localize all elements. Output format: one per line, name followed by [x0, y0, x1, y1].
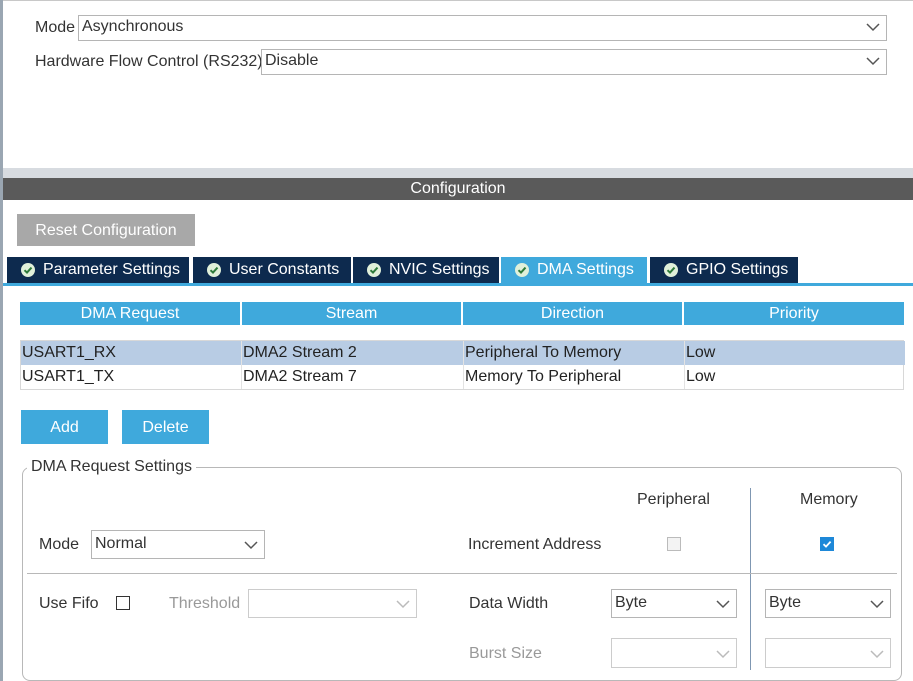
- dma-mode-select[interactable]: Normal: [91, 530, 265, 559]
- add-button[interactable]: Add: [21, 410, 108, 444]
- chevron-down-icon: [870, 650, 884, 659]
- dma-mode-value: Normal: [95, 535, 147, 552]
- cell-stream: DMA2 Stream 2: [243, 344, 357, 361]
- chevron-down-icon: [716, 650, 730, 659]
- chevron-down-icon: [866, 57, 880, 66]
- check-circle-icon: [21, 263, 35, 277]
- chevron-down-icon: [244, 541, 258, 550]
- cell-request: USART1_RX: [22, 344, 116, 361]
- delete-button[interactable]: Delete: [122, 410, 209, 444]
- burst-size-peripheral-select[interactable]: [611, 638, 737, 668]
- configuration-header: Configuration: [3, 178, 913, 200]
- column-divider: [463, 341, 464, 389]
- tab-dma-settings[interactable]: DMA Settings: [501, 257, 647, 283]
- threshold-label: Threshold: [169, 595, 241, 612]
- use-fifo-checkbox[interactable]: [116, 596, 130, 610]
- tab-user-constants[interactable]: User Constants: [193, 257, 351, 283]
- burst-size-label: Burst Size: [469, 645, 542, 662]
- chevron-down-icon: [870, 600, 884, 609]
- cell-direction: Peripheral To Memory: [465, 344, 622, 361]
- dma-request-settings-legend: DMA Request Settings: [27, 458, 196, 476]
- table-body: USART1_RX DMA2 Stream 2 Peripheral To Me…: [20, 340, 905, 390]
- reset-configuration-button[interactable]: Reset Configuration: [17, 214, 195, 246]
- increment-address-label: Increment Address: [468, 536, 602, 553]
- flow-control-label: Hardware Flow Control (RS232): [35, 53, 263, 70]
- cell-priority: Low: [686, 368, 716, 385]
- cell-direction: Memory To Peripheral: [465, 368, 622, 385]
- data-width-peripheral-select[interactable]: Byte: [611, 589, 737, 618]
- column-header-priority[interactable]: Priority: [684, 302, 904, 325]
- tab-nvic-settings[interactable]: NVIC Settings: [353, 257, 499, 283]
- check-circle-icon: [367, 263, 381, 277]
- data-width-memory-value: Byte: [769, 594, 802, 611]
- mode-label: Mode: [35, 19, 76, 36]
- tab-parameter-settings[interactable]: Parameter Settings: [7, 257, 189, 283]
- tab-label: GPIO Settings: [686, 261, 789, 278]
- data-width-memory-select[interactable]: Byte: [765, 589, 891, 618]
- flow-control-select[interactable]: Disable: [261, 49, 887, 75]
- column-divider: [684, 341, 685, 389]
- use-fifo-label: Use Fifo: [39, 595, 99, 612]
- data-width-label: Data Width: [469, 595, 549, 612]
- column-header-dma-request[interactable]: DMA Request: [20, 302, 240, 325]
- memory-header: Memory: [800, 491, 858, 508]
- column-header-direction[interactable]: Direction: [463, 302, 682, 325]
- cell-stream: DMA2 Stream 7: [243, 368, 357, 385]
- chevron-down-icon: [396, 600, 410, 609]
- check-circle-icon: [515, 263, 529, 277]
- tab-label: DMA Settings: [537, 261, 634, 278]
- data-width-peripheral-value: Byte: [615, 594, 648, 611]
- increment-peripheral-checkbox[interactable]: [667, 537, 681, 551]
- column-divider: [241, 341, 242, 389]
- chevron-down-icon: [866, 23, 880, 32]
- top-border: [3, 0, 913, 1]
- tab-label: Parameter Settings: [43, 261, 180, 278]
- mode-panel: Mode Asynchronous Hardware Flow Control …: [3, 0, 913, 168]
- flow-control-value: Disable: [265, 52, 319, 69]
- tab-label: User Constants: [229, 261, 340, 278]
- mode-select[interactable]: Asynchronous: [78, 15, 887, 41]
- settings-divider: [27, 573, 897, 574]
- checkmark-icon: [822, 540, 832, 548]
- tab-gpio-settings[interactable]: GPIO Settings: [650, 257, 798, 283]
- tab-label: NVIC Settings: [389, 261, 490, 278]
- column-header-stream[interactable]: Stream: [242, 302, 461, 325]
- increment-memory-checkbox[interactable]: [820, 537, 834, 551]
- chevron-down-icon: [716, 600, 730, 609]
- section-separator: [3, 168, 913, 178]
- mode-select-value: Asynchronous: [82, 18, 184, 35]
- threshold-select[interactable]: [248, 589, 417, 618]
- peripheral-header: Peripheral: [637, 491, 710, 508]
- cell-request: USART1_TX: [22, 368, 115, 385]
- tab-underline: [3, 283, 913, 286]
- check-circle-icon: [207, 263, 221, 277]
- burst-size-memory-select[interactable]: [765, 638, 891, 668]
- cell-priority: Low: [686, 344, 716, 361]
- peripheral-memory-divider: [750, 488, 751, 670]
- dma-mode-label: Mode: [39, 536, 80, 553]
- check-circle-icon: [664, 263, 678, 277]
